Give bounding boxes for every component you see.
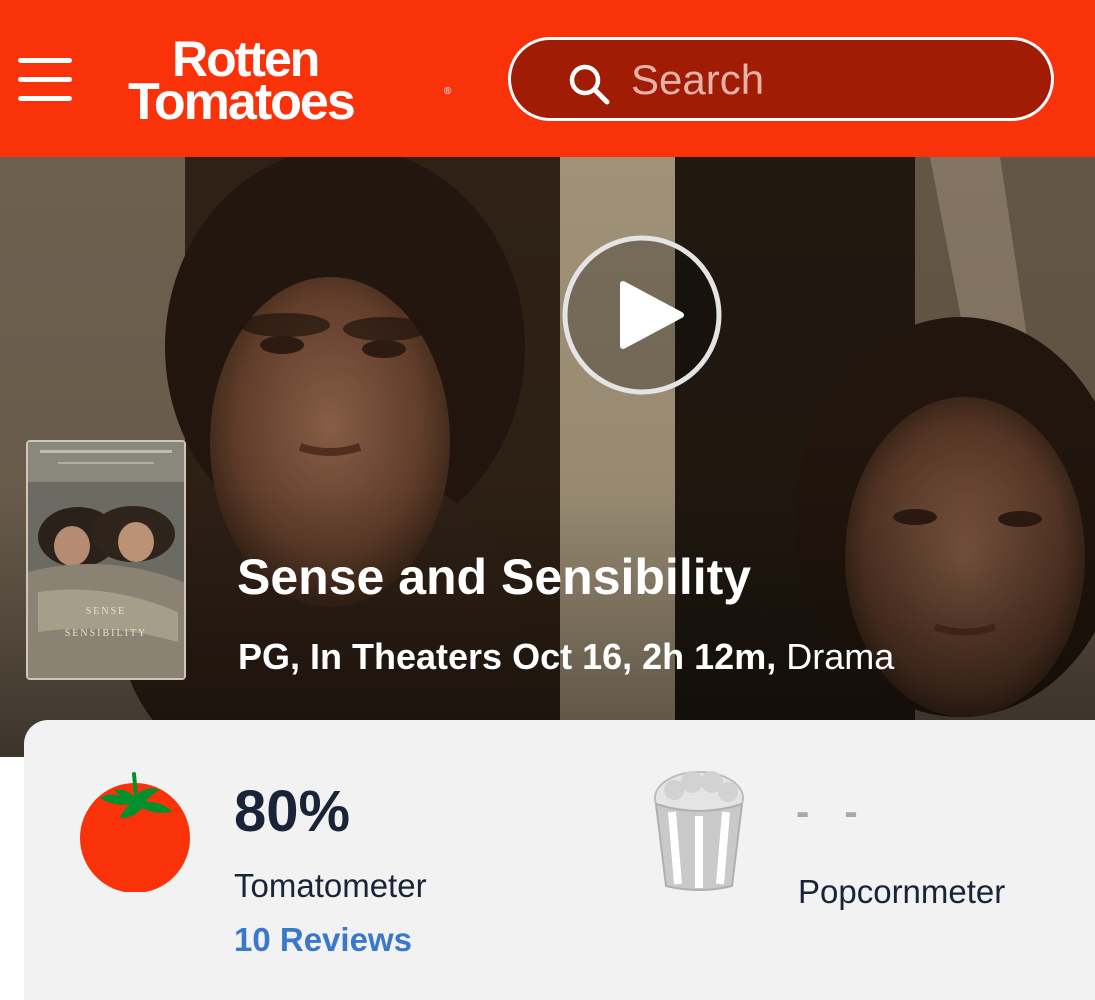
popcornmeter-score: - - [796, 790, 870, 834]
score-panel: 80% Tomatometer 10 Reviews - - Popcornme… [24, 720, 1095, 1000]
movie-title: Sense and Sensibility [237, 549, 752, 605]
tomatometer-score: 80% [234, 779, 351, 844]
movie-meta: PG, In Theaters Oct 16, 2h 12m, Drama [238, 635, 894, 679]
reviews-count-link[interactable]: 10 Reviews [234, 920, 412, 960]
search-icon [569, 64, 610, 105]
play-icon[interactable] [561, 234, 723, 396]
movie-rating-release-runtime: PG, In Theaters Oct 16, 2h 12m, [238, 636, 777, 677]
top-nav-bar: Rotten Tomatoes ® Search [0, 0, 1095, 157]
logo-line-2: Tomatoes [128, 73, 356, 131]
movie-poster[interactable]: SENSE SENSIBILITY [26, 440, 186, 680]
tomato-icon [80, 772, 190, 892]
trailer-hero[interactable]: SENSE SENSIBILITY Sense and Sensibility … [0, 157, 1095, 757]
movie-genre: Drama [786, 636, 895, 677]
search-input[interactable]: Search [508, 37, 1054, 121]
tomatometer-label: Tomatometer [234, 867, 427, 904]
poster-title-line1: SENSE [86, 606, 127, 617]
search-placeholder: Search [631, 56, 765, 103]
poster-title-line2: SENSIBILITY [65, 628, 148, 639]
rotten-tomatoes-logo[interactable]: Rotten Tomatoes ® [128, 34, 458, 130]
popcornmeter-label: Popcornmeter [798, 873, 1006, 910]
menu-icon[interactable] [18, 58, 72, 102]
popcorn-bucket-icon [654, 771, 744, 891]
